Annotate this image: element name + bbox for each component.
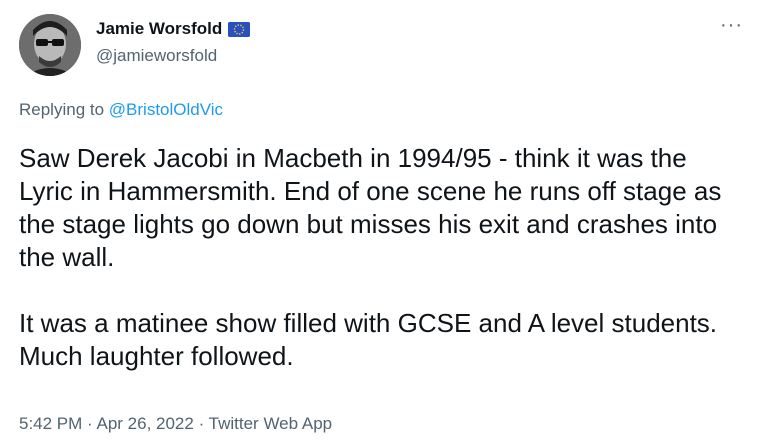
more-options-icon[interactable]: ··· <box>720 14 743 37</box>
eu-flag-icon <box>228 21 251 37</box>
replying-to: Replying to @BristolOldVic <box>19 100 223 120</box>
username-handle[interactable]: @jamieworsfold <box>96 46 217 66</box>
tweet-time[interactable]: 5:42 PM <box>19 414 82 433</box>
tweet-date[interactable]: Apr 26, 2022 <box>96 414 193 433</box>
tweet: Jamie Worsfold @jamieworsfold ··· Replyi… <box>0 0 759 446</box>
tweet-metadata: 5:42 PM · Apr 26, 2022 · Twitter Web App <box>19 414 332 434</box>
reply-mention-link[interactable]: @BristolOldVic <box>109 100 223 119</box>
replying-prefix: Replying to <box>19 100 109 119</box>
author-name-row: Jamie Worsfold <box>96 19 251 39</box>
separator: · <box>82 414 97 433</box>
avatar[interactable] <box>19 14 81 76</box>
tweet-text: Saw Derek Jacobi in Macbeth in 1994/95 -… <box>19 142 744 373</box>
tweet-paragraph: It was a matinee show filled with GCSE a… <box>19 308 718 371</box>
source-app: Twitter Web App <box>208 414 333 433</box>
display-name[interactable]: Jamie Worsfold <box>96 19 222 39</box>
separator: · <box>193 414 209 433</box>
tweet-paragraph: Saw Derek Jacobi in Macbeth in 1994/95 -… <box>19 143 722 272</box>
